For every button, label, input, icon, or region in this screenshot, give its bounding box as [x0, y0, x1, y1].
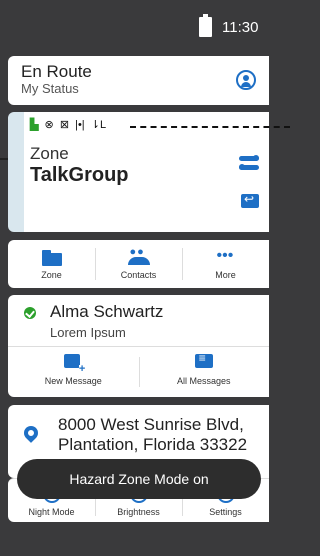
more-button[interactable]: More [182, 240, 269, 288]
contacts-button[interactable]: Contacts [95, 240, 182, 288]
priority-icon: ⊠ [59, 119, 70, 131]
contacts-button-label: Contacts [120, 270, 157, 280]
more-button-label: More [215, 270, 236, 280]
contact-name: Alma Schwartz [50, 302, 164, 321]
profile-icon[interactable] [236, 70, 256, 90]
more-icon [214, 247, 238, 267]
clock: 11:30 [222, 19, 259, 36]
status-bar: 11:30 [0, 0, 269, 48]
zone-button[interactable]: Zone [8, 240, 95, 288]
hazard-toast: Hazard Zone Mode on [17, 459, 261, 499]
brightness-label: Brightness [117, 507, 160, 517]
contacts-icon [127, 246, 151, 267]
location-pin-icon [21, 423, 41, 443]
zone-button-label: Zone [41, 270, 62, 280]
status-subtitle: My Status [21, 81, 79, 96]
indicator-row: ▙ ⊗ ⊠ |•| ⇂L [30, 118, 109, 132]
all-messages-label: All Messages [176, 376, 231, 386]
contact-card[interactable]: Alma Schwartz Lorem Ipsum New Message Al… [8, 295, 269, 397]
dashed-divider [130, 126, 290, 128]
zone-card[interactable]: ▙ ⊗ ⊠ |•| ⇂L Zone TalkGroup [8, 112, 290, 232]
zone-label: Zone [30, 144, 69, 163]
folder-icon [40, 249, 64, 267]
battery-icon [199, 14, 212, 37]
new-message-button[interactable]: New Message [8, 347, 139, 397]
toggle-icon[interactable] [239, 155, 259, 170]
contact-subtitle: Lorem Ipsum [50, 325, 126, 340]
return-icon[interactable] [241, 192, 259, 208]
new-message-icon [64, 354, 86, 374]
scan-icon: ⊗ [44, 119, 54, 131]
settings-label: Settings [209, 507, 242, 517]
talkaround-icon: ⇂L [90, 119, 107, 131]
address-line-1: 8000 West Sunrise Blvd, [58, 415, 244, 434]
status-card[interactable]: En Route My Status [8, 56, 269, 105]
night-mode-label: Night Mode [28, 507, 75, 517]
all-messages-button[interactable]: All Messages [138, 347, 270, 397]
check-icon [24, 307, 36, 319]
channel-icon: |•| [75, 119, 85, 131]
new-message-label: New Message [44, 376, 102, 386]
address-line-2: Plantation, Florida 33322 [58, 435, 248, 454]
signal-icon: ▙ [30, 119, 39, 131]
messages-icon [194, 351, 213, 370]
status-title: En Route [21, 62, 92, 81]
quick-actions: Zone Contacts More [8, 240, 269, 288]
talkgroup-label: TalkGroup [30, 164, 129, 186]
